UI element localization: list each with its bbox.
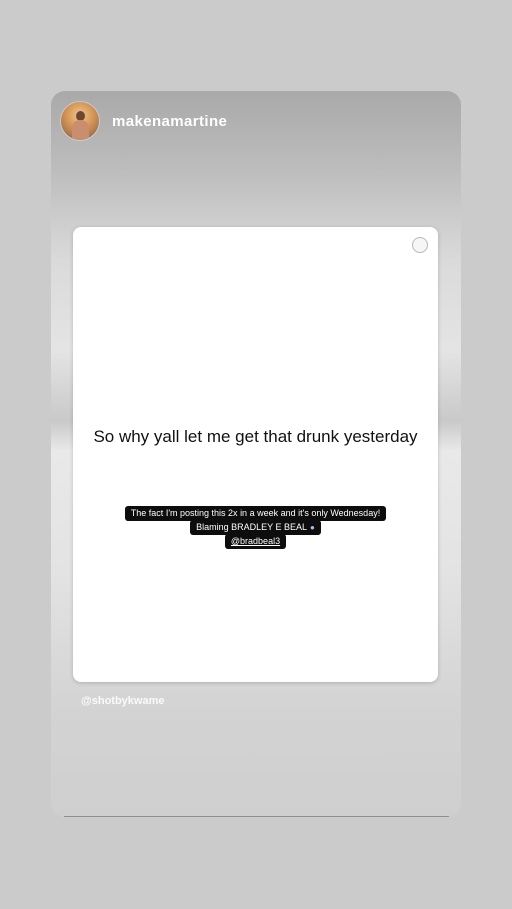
caption-text-1: The fact I'm posting this 2x in a week a… (130, 508, 381, 518)
circle-icon (412, 237, 428, 253)
post-text: So why yall let me get that drunk yester… (93, 427, 418, 446)
caption-line-2: Blaming BRADLEY E BEAL ● (190, 520, 321, 535)
divider (64, 816, 449, 817)
story-viewer: makenamartine So why yall let me get tha… (0, 0, 512, 909)
reposted-post-card[interactable]: So why yall let me get that drunk yester… (73, 227, 438, 682)
avatar[interactable] (61, 102, 99, 140)
photo-credit-mention[interactable]: @shotbykwame (81, 695, 164, 707)
avatar-body (72, 120, 89, 140)
story-header: makenamartine (61, 101, 227, 141)
username[interactable]: makenamartine (112, 113, 227, 130)
caption-line-1: The fact I'm posting this 2x in a week a… (124, 506, 387, 521)
story-caption: The fact I'm posting this 2x in a week a… (73, 506, 438, 549)
caption-text-2: Blaming BRADLEY E BEAL (196, 522, 308, 532)
story-frame[interactable]: makenamartine So why yall let me get tha… (51, 91, 461, 817)
caption-line-3[interactable]: @bradbeal3 (224, 534, 287, 549)
mention-link[interactable]: @bradbeal3 (231, 536, 280, 546)
speaking-head-icon: ● (310, 523, 315, 532)
